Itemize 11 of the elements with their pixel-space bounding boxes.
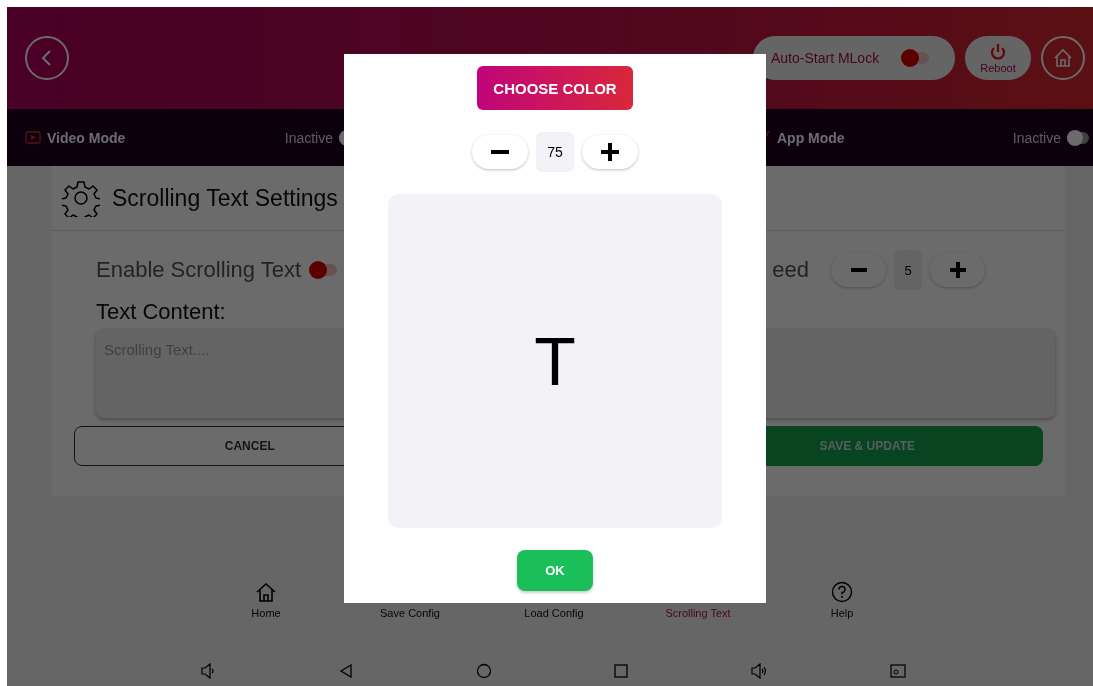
preview-text: T <box>534 322 576 400</box>
mode-status: Inactive <box>1012 129 1061 146</box>
enable-label: Enable Scrolling Text <box>96 257 302 283</box>
speed-value: 5 <box>894 250 922 290</box>
mode-label: Video Mode <box>47 129 126 146</box>
size-value: 75 <box>536 132 574 172</box>
mode-status: Inactive <box>284 129 333 146</box>
mode-label: App Mode <box>777 129 845 146</box>
card-title: Scrolling Text Settings <box>112 184 338 212</box>
speed-label: eed <box>772 257 809 283</box>
content-label: Text Content: <box>96 299 227 325</box>
